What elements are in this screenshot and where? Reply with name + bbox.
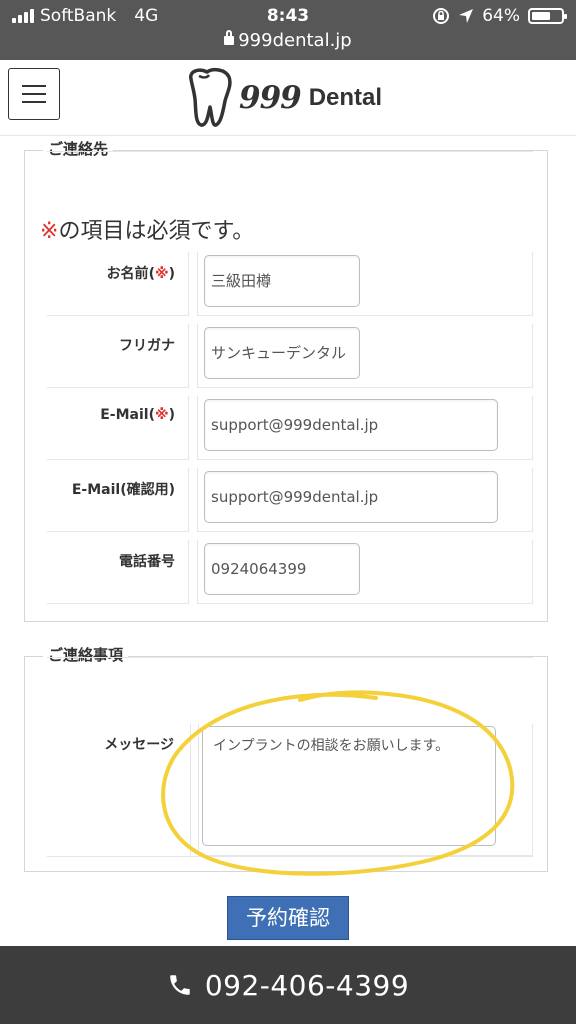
form-row-phone: 電話番号 0924064399 bbox=[47, 540, 533, 604]
label-cell: 電話番号 bbox=[47, 540, 189, 604]
input-cell: support@999dental.jp bbox=[197, 396, 533, 460]
email-input[interactable]: support@999dental.jp bbox=[204, 399, 498, 451]
message-divider bbox=[190, 724, 191, 856]
form-row-name: お名前(※) 三級田樽 bbox=[47, 252, 533, 316]
furigana-label: フリガナ bbox=[119, 338, 175, 354]
battery-percent: 64% bbox=[482, 6, 520, 26]
logo-number: 999 bbox=[239, 80, 302, 116]
label-cell: E-Mail(※) bbox=[47, 396, 189, 460]
required-mark: ※ bbox=[40, 219, 59, 244]
tooth-icon bbox=[189, 67, 232, 127]
email-confirm-label: E-Mail(確認用) bbox=[71, 482, 175, 498]
url-text: 999dental.jp bbox=[238, 30, 352, 51]
name-label-text: お名前 bbox=[106, 266, 149, 282]
footer-phone-number: 092-406-4399 bbox=[204, 968, 410, 1002]
required-note-text: の項目は必須です。 bbox=[58, 219, 255, 244]
menu-bar-icon bbox=[22, 93, 46, 95]
status-bar: SoftBank 4G 8:43 64% 999dental.jp bbox=[0, 0, 576, 60]
message-row-bottom-line bbox=[47, 856, 533, 857]
label-cell: フリガナ bbox=[47, 324, 189, 388]
form-row-email: E-Mail(※) support@999dental.jp bbox=[47, 396, 533, 460]
battery-fill bbox=[532, 12, 550, 20]
url-bar[interactable]: 999dental.jp bbox=[0, 30, 576, 51]
phone-label: 電話番号 bbox=[119, 554, 175, 570]
name-input[interactable]: 三級田樽 bbox=[204, 255, 360, 307]
status-right: 64% bbox=[432, 6, 567, 26]
furigana-input[interactable]: サンキューデンタル bbox=[204, 327, 360, 379]
email-label: E-Mail(※) bbox=[100, 407, 175, 423]
location-arrow-icon bbox=[459, 9, 474, 23]
form-row-email-confirm: E-Mail(確認用) support@999dental.jp bbox=[47, 468, 533, 532]
form-row-furigana: フリガナ サンキューデンタル bbox=[47, 324, 533, 388]
input-cell: support@999dental.jp bbox=[197, 468, 533, 532]
email-confirm-input[interactable]: support@999dental.jp bbox=[204, 471, 498, 523]
footer-call-bar[interactable]: 092-406-4399 bbox=[0, 946, 576, 1024]
menu-bar-icon bbox=[22, 85, 46, 87]
input-cell: サンキューデンタル bbox=[197, 324, 533, 388]
email-label-text: E-Mail bbox=[100, 407, 149, 423]
rotation-lock-icon bbox=[433, 8, 450, 24]
reservation-confirm-button[interactable]: 予約確認 bbox=[227, 896, 349, 940]
menu-bar-icon bbox=[22, 101, 46, 103]
required-note: ※の項目は必須です。 bbox=[40, 213, 254, 245]
hamburger-menu-button[interactable] bbox=[8, 68, 60, 120]
message-label: メッセージ bbox=[104, 737, 174, 753]
site-logo[interactable]: 999 Dental bbox=[185, 66, 382, 130]
page: SoftBank 4G 8:43 64% 999dental.jp 999 De… bbox=[0, 0, 576, 1024]
battery-icon bbox=[528, 8, 567, 24]
phone-icon bbox=[170, 975, 190, 995]
message-textarea[interactable]: インプラントの相談をお願いします。 bbox=[202, 726, 496, 846]
lock-icon bbox=[224, 30, 235, 45]
input-cell: 三級田樽 bbox=[197, 252, 533, 316]
name-label: お名前(※) bbox=[106, 266, 175, 282]
phone-input[interactable]: 0924064399 bbox=[204, 543, 360, 595]
status-row: SoftBank 4G 8:43 64% bbox=[0, 4, 576, 28]
label-cell: お名前(※) bbox=[47, 252, 189, 316]
required-mark: ※ bbox=[154, 266, 169, 282]
input-cell: 0924064399 bbox=[197, 540, 533, 604]
required-mark: ※ bbox=[154, 407, 169, 423]
label-cell: E-Mail(確認用) bbox=[47, 468, 189, 532]
site-header: 999 Dental bbox=[0, 60, 576, 136]
logo-word: Dental bbox=[308, 84, 383, 111]
